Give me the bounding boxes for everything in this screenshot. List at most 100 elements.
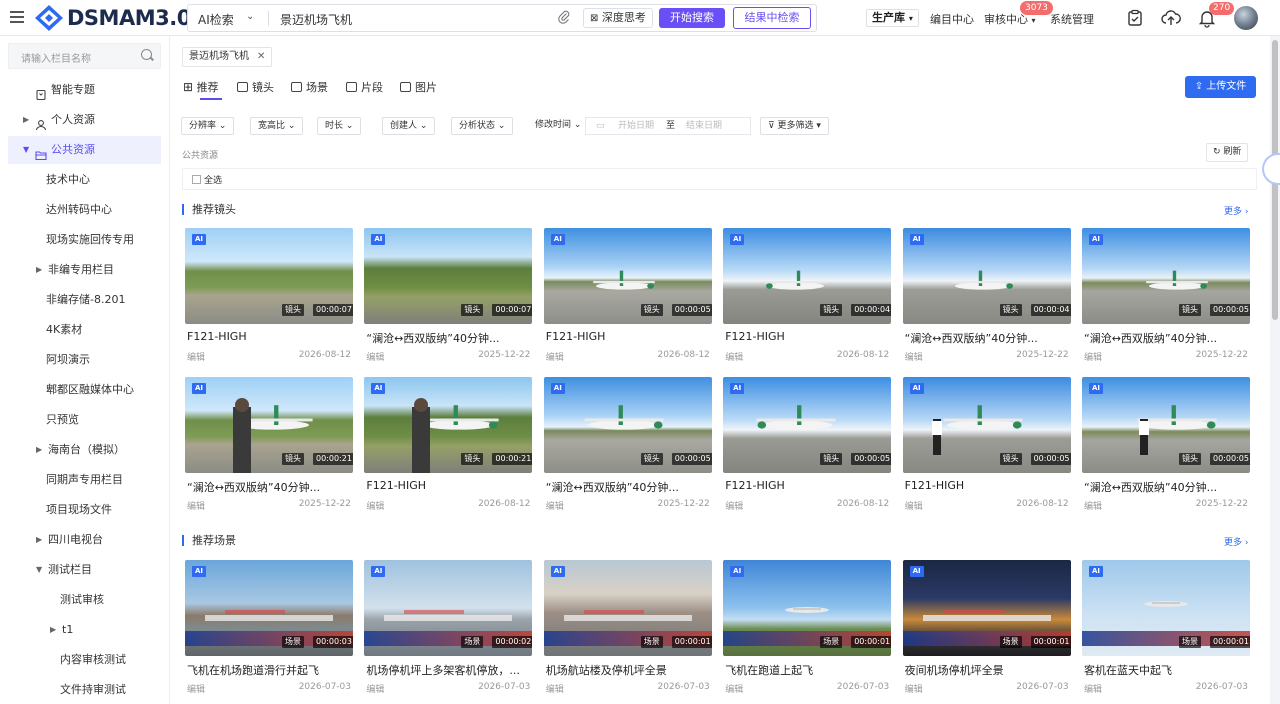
sidebar-item-nle-storage[interactable]: 非编存储-8.201 — [8, 286, 161, 314]
filter-resolution[interactable]: 分辨率 ⌄ — [181, 117, 235, 135]
scrollbar[interactable] — [1270, 36, 1280, 704]
sidebar-item-dazhou-transcode[interactable]: 达州转码中心 — [8, 196, 161, 224]
chevron-down-icon[interactable]: ⌄ — [246, 11, 254, 22]
caret-right-icon[interactable]: ▶ — [36, 436, 42, 464]
tab-recommend[interactable]: ⊞ 推荐 — [183, 79, 219, 95]
refresh-button[interactable]: ↻ 刷新 — [1206, 143, 1249, 162]
date-start-input[interactable]: 开始日期 — [618, 118, 654, 134]
nav-system-admin[interactable]: 系统管理 — [1050, 11, 1094, 27]
video-thumbnail[interactable]: AI 镜头 00:00:07 — [364, 228, 533, 324]
card-title[interactable]: 飞机在机场跑道滑行并起飞 — [187, 662, 351, 678]
card-title[interactable]: 机场航站楼及停机坪全景 — [546, 662, 710, 678]
tab-scenes[interactable]: 场景 — [291, 79, 328, 95]
video-thumbnail[interactable]: AI 镜头 00:00:05 — [902, 377, 1071, 473]
sidebar-item-test-audit[interactable]: 测试审核 — [8, 586, 161, 614]
date-end-input[interactable]: 结束日期 — [686, 118, 722, 134]
shot-card[interactable]: AI 镜头 00:00:21 F121-HIGH 编辑 2026-08-12 — [364, 377, 533, 517]
search-within-results-button[interactable]: 结果中检索 — [733, 7, 811, 29]
scene-card[interactable]: AI 场景 00:00:01 客机在蓝天中起飞 编辑 2026-07-03 — [1082, 560, 1250, 700]
more-scenes-link[interactable]: 更多 › — [1224, 535, 1249, 548]
shot-card[interactable]: AI 镜头 00:00:05 “澜沧↔西双版纳”40分钟... 编辑 2025-12-22 — [543, 377, 712, 517]
video-thumbnail[interactable]: AI 镜头 00:00:04 — [723, 228, 892, 324]
shot-card[interactable]: AI 镜头 00:00:04 “澜沧↔西双版纳”40分钟... 编辑 2025-12-22 — [902, 228, 1071, 368]
card-title[interactable]: F121-HIGH — [546, 330, 710, 343]
video-thumbnail[interactable]: AI 场景 00:00:03 — [185, 560, 353, 656]
video-thumbnail[interactable]: AI 场景 00:00:01 — [902, 560, 1071, 656]
sidebar-item-pidu-media[interactable]: 郫都区融媒体中心 — [8, 376, 161, 404]
filter-creator[interactable]: 创建人 ⌄ — [382, 117, 436, 135]
filter-duration[interactable]: 时长 ⌄ — [317, 117, 362, 135]
sidebar-item-file-audit-test[interactable]: 文件持审测试 — [8, 676, 161, 704]
video-thumbnail[interactable]: AI 镜头 00:00:05 — [543, 377, 712, 473]
video-thumbnail[interactable]: AI 场景 00:00:01 — [543, 560, 712, 656]
clipboard-check-icon[interactable] — [1125, 8, 1145, 28]
deep-think-toggle[interactable]: ⊠ 深度思考 — [583, 8, 653, 28]
scene-card[interactable]: AI 场景 00:00:03 飞机在机场跑道滑行并起飞 编辑 2026-07-03 — [185, 560, 353, 700]
shot-card[interactable]: AI 镜头 00:00:05 F121-HIGH 编辑 2026-08-12 — [902, 377, 1071, 517]
nav-catalog-center[interactable]: 编目中心 — [930, 11, 974, 27]
tab-images[interactable]: 图片 — [400, 79, 437, 95]
shot-card[interactable]: AI 镜头 00:00:05 F121-HIGH 编辑 2026-08-12 — [543, 228, 712, 368]
video-thumbnail[interactable]: AI 镜头 00:00:05 — [1082, 228, 1250, 324]
card-title[interactable]: F121-HIGH — [187, 330, 351, 343]
video-thumbnail[interactable]: AI 场景 00:00:01 — [1082, 560, 1250, 656]
caret-right-icon[interactable]: ▶ — [36, 256, 42, 284]
caret-down-icon[interactable]: ▼ — [23, 136, 29, 164]
library-select[interactable]: 生产库 ▾ — [866, 9, 919, 27]
filter-modified-time[interactable]: 修改时间 ⌄ — [528, 117, 589, 135]
card-title[interactable]: F121-HIGH — [905, 479, 1069, 492]
sidebar-item-onsite-return[interactable]: 现场实施回传专用 — [8, 226, 161, 254]
card-title[interactable]: 客机在蓝天中起飞 — [1084, 662, 1248, 678]
tab-shots[interactable]: 镜头 — [237, 79, 274, 95]
video-thumbnail[interactable]: AI 场景 00:00:01 — [723, 560, 892, 656]
sidebar-item-project-files[interactable]: 项目现场文件 — [8, 496, 161, 524]
scene-card[interactable]: AI 场景 00:00:01 夜间机场停机坪全景 编辑 2026-07-03 — [902, 560, 1071, 700]
date-range-picker[interactable]: ▭ 开始日期 至 结束日期 — [585, 117, 751, 135]
card-title[interactable]: F121-HIGH — [366, 479, 530, 492]
card-title[interactable]: “澜沧↔西双版纳”40分钟... — [1084, 330, 1248, 346]
search-tag-chip[interactable]: 景迈机场飞机 ✕ — [182, 47, 273, 67]
shot-card[interactable]: AI 镜头 00:00:05 “澜沧↔西双版纳”40分钟... 编辑 2025-12-22 — [1082, 228, 1250, 368]
shot-card[interactable]: AI 镜头 00:00:07 F121-HIGH 编辑 2026-08-12 — [185, 228, 353, 368]
caret-right-icon[interactable]: ▶ — [23, 106, 29, 134]
caret-down-icon[interactable]: ▼ — [36, 556, 42, 584]
card-title[interactable]: “澜沧↔西双版纳”40分钟... — [1084, 479, 1248, 495]
card-title[interactable]: “澜沧↔西双版纳”40分钟... — [366, 330, 530, 346]
search-type-select[interactable]: AI检索 — [198, 11, 234, 28]
sidebar-item-nle-column[interactable]: ▶ 非编专用栏目 — [8, 256, 161, 284]
scene-card[interactable]: AI 场景 00:00:01 飞机在跑道上起飞 编辑 2026-07-03 — [723, 560, 892, 700]
sidebar-item-hainan[interactable]: ▶ 海南台（模拟） — [8, 436, 161, 464]
card-title[interactable]: 飞机在跑道上起飞 — [725, 662, 889, 678]
sidebar-item-t1[interactable]: ▶ t1 — [8, 616, 161, 644]
filter-more[interactable]: ⊽ 更多筛选 ▾ — [760, 117, 829, 135]
sidebar-item-sync-sound[interactable]: 同期声专用栏目 — [8, 466, 161, 494]
filter-analysis-status[interactable]: 分析状态 ⌄ — [451, 117, 514, 135]
video-thumbnail[interactable]: AI 镜头 00:00:21 — [185, 377, 353, 473]
sidebar-item-sichuan-tv[interactable]: ▶ 四川电视台 — [8, 526, 161, 554]
shot-card[interactable]: AI 镜头 00:00:21 “澜沧↔西双版纳”40分钟... 编辑 2025-12-22 — [185, 377, 353, 517]
sidebar-item-tech-center[interactable]: 技术中心 — [8, 166, 161, 194]
sidebar-item-4k-material[interactable]: 4K素材 — [8, 316, 161, 344]
sidebar-item-aba-demo[interactable]: 阿坝演示 — [8, 346, 161, 374]
start-search-button[interactable]: 开始搜索 — [659, 8, 725, 28]
sidebar-item-public-resources[interactable]: ▼ 公共资源 — [8, 136, 161, 164]
user-avatar[interactable] — [1234, 6, 1258, 30]
attachment-icon[interactable] — [558, 10, 570, 28]
shot-card[interactable]: AI 镜头 00:00:05 F121-HIGH 编辑 2026-08-12 — [723, 377, 892, 517]
caret-right-icon[interactable]: ▶ — [50, 616, 56, 644]
sidebar-item-personal-resources[interactable]: ▶ 个人资源 — [8, 106, 161, 134]
video-thumbnail[interactable]: AI 场景 00:00:02 — [364, 560, 533, 656]
more-shots-link[interactable]: 更多 › — [1224, 204, 1249, 217]
tab-segments[interactable]: 片段 — [346, 79, 383, 95]
card-title[interactable]: “澜沧↔西双版纳”40分钟... — [905, 330, 1069, 346]
upload-file-button[interactable]: ⇪ 上传文件 — [1185, 76, 1256, 98]
caret-right-icon[interactable]: ▶ — [36, 526, 42, 554]
card-title[interactable]: F121-HIGH — [725, 330, 889, 343]
sidebar-item-test-column[interactable]: ▼ 测试栏目 — [8, 556, 161, 584]
video-thumbnail[interactable]: AI 镜头 00:00:21 — [364, 377, 533, 473]
select-all-checkbox[interactable] — [192, 175, 201, 184]
card-title[interactable]: 机场停机坪上多架客机停放，... — [366, 662, 530, 678]
filter-aspect-ratio[interactable]: 宽高比 ⌄ — [250, 117, 304, 135]
video-thumbnail[interactable]: AI 镜头 00:00:04 — [902, 228, 1071, 324]
video-thumbnail[interactable]: AI 镜头 00:00:05 — [723, 377, 892, 473]
